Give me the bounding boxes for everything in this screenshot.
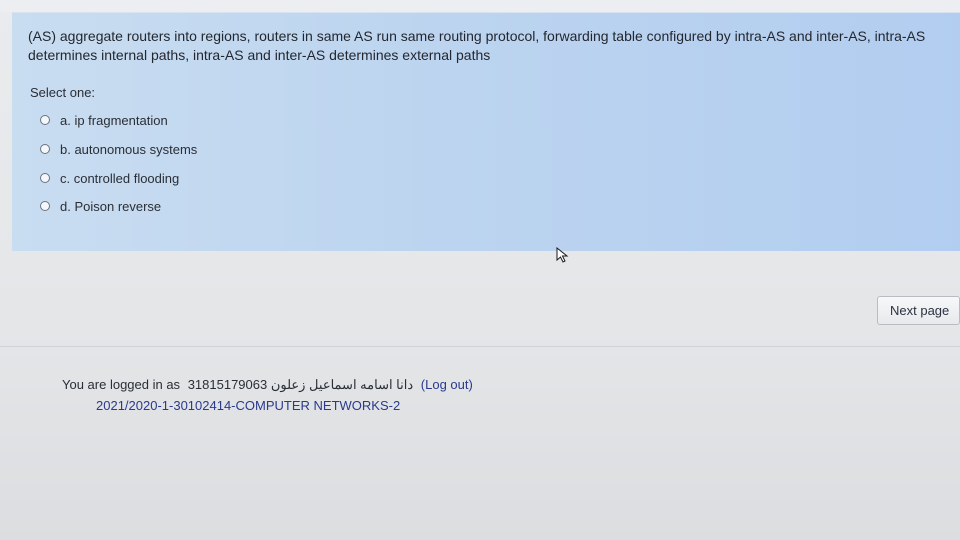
user-profile-link[interactable]: 31815179063 دانا اسامه اسماعيل زعلون [188,377,413,392]
radio-button-icon[interactable] [40,201,50,211]
logged-in-prefix: You are logged in as [62,377,181,392]
radio-button-icon[interactable] [40,173,50,183]
select-one-label: Select one: [30,85,96,100]
option-d[interactable]: d. Poison reverse [40,196,161,216]
next-page-button[interactable]: Next page [877,296,960,325]
option-b[interactable]: b. autonomous systems [40,139,197,159]
option-a[interactable]: a. ip fragmentation [40,110,168,130]
option-d-label: d. Poison reverse [60,198,162,214]
option-a-label: a. ip fragmentation [60,112,168,128]
option-c[interactable]: c. controlled flooding [40,168,179,188]
login-info: You are logged in as 31815179063 دانا اس… [62,377,473,392]
top-strip [0,0,960,12]
logout-link[interactable]: (Log out) [421,377,473,392]
mouse-pointer-icon [556,247,569,263]
footer: You are logged in as 31815179063 دانا اس… [62,376,473,415]
radio-button-icon[interactable] [40,144,50,154]
option-c-label: c. controlled flooding [60,170,180,186]
course-link[interactable]: 2021/2020-1-30102414-COMPUTER NETWORKS-2 [96,397,473,415]
footer-divider [0,346,960,347]
question-card: (AS) aggregate routers into regions, rou… [12,12,960,251]
radio-button-icon[interactable] [40,115,50,125]
option-b-label: b. autonomous systems [60,141,198,157]
question-text: (AS) aggregate routers into regions, rou… [28,28,926,63]
